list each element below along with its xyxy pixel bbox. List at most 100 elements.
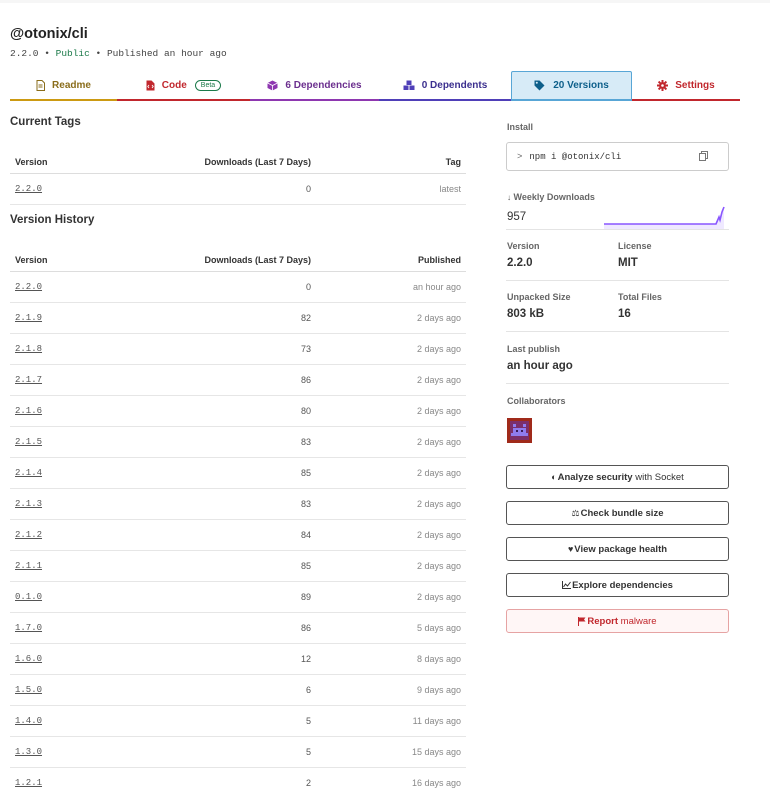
collaborator-avatar[interactable] <box>507 418 532 443</box>
analyze-security-button[interactable]: ◐ Analyze security with Socket <box>506 465 729 489</box>
version-link[interactable]: 2.2.0 <box>15 184 42 194</box>
version-history-table: Version Downloads (Last 7 Days) Publishe… <box>10 249 466 795</box>
table-row: 1.4.0 5 11 days ago <box>10 705 466 737</box>
unpacked-size-label: Unpacked Size <box>507 292 571 302</box>
published-cell: 11 days ago <box>316 705 466 737</box>
tab-dependencies[interactable]: 6 Dependencies <box>250 71 379 101</box>
table-row: 1.7.0 86 5 days ago <box>10 612 466 644</box>
version-link[interactable]: 2.1.8 <box>15 344 42 354</box>
document-icon <box>36 79 46 91</box>
downloads-cell: 0 <box>106 173 316 205</box>
report-label-rest: malware <box>618 615 657 627</box>
install-label: Install <box>507 122 534 132</box>
explore-label: Explore dependencies <box>572 579 673 591</box>
version-link[interactable]: 1.2.1 <box>15 778 42 788</box>
version-link[interactable]: 1.7.0 <box>15 623 42 633</box>
downloads-cell: 89 <box>106 581 316 613</box>
published-cell: 8 days ago <box>316 643 466 675</box>
package-visibility: Public <box>55 48 90 59</box>
total-files-label: Total Files <box>618 292 662 302</box>
downloads-cell: 83 <box>106 426 316 458</box>
version-link[interactable]: 1.6.0 <box>15 654 42 664</box>
table-row: 2.1.9 82 2 days ago <box>10 302 466 334</box>
table-row: 2.1.7 86 2 days ago <box>10 364 466 396</box>
package-published: Published an hour ago <box>106 48 227 59</box>
weekly-downloads-text: Weekly Downloads <box>513 192 595 202</box>
downloads-cell: 2 <box>106 767 316 795</box>
downloads-cell: 5 <box>106 736 316 768</box>
package-meta: 2.2.0 • Public • Published an hour ago <box>10 48 227 59</box>
sparkline-area <box>604 207 724 229</box>
shield-icon: ◐ <box>551 472 557 482</box>
tab-dependents-label: 0 Dependents <box>421 79 488 91</box>
sparkline-line <box>604 206 725 225</box>
column-header: Downloads (Last 7 Days) <box>106 249 316 272</box>
install-command-box[interactable]: > npm i @otonix/cli <box>506 142 729 171</box>
divider <box>506 229 729 230</box>
published-cell: 9 days ago <box>316 674 466 706</box>
table-row: 0.1.0 89 2 days ago <box>10 581 466 613</box>
published-cell: 2 days ago <box>316 426 466 458</box>
version-link[interactable]: 2.1.4 <box>15 468 42 478</box>
published-cell: 2 days ago <box>316 581 466 613</box>
version-link[interactable]: 2.1.9 <box>15 313 42 323</box>
gear-icon <box>657 79 669 91</box>
published-cell: 2 days ago <box>316 519 466 551</box>
column-header: Version <box>10 151 106 174</box>
version-link[interactable]: 2.2.0 <box>15 282 42 292</box>
version-history-title: Version History <box>10 214 95 226</box>
published-cell: 2 days ago <box>316 302 466 334</box>
download-arrow-icon: ↓ <box>507 193 511 202</box>
table-row: 2.1.4 85 2 days ago <box>10 457 466 489</box>
table-row: 2.1.1 85 2 days ago <box>10 550 466 582</box>
license-label: License <box>618 241 652 251</box>
top-strip <box>0 0 770 3</box>
tab-settings[interactable]: Settings <box>632 71 740 101</box>
downloads-cell: 85 <box>106 457 316 489</box>
version-link[interactable]: 2.1.3 <box>15 499 42 509</box>
tab-code[interactable]: Code Beta <box>117 71 250 101</box>
version-link[interactable]: 2.1.5 <box>15 437 42 447</box>
version-link[interactable]: 1.4.0 <box>15 716 42 726</box>
version-link[interactable]: 2.1.2 <box>15 530 42 540</box>
version-link[interactable]: 0.1.0 <box>15 592 42 602</box>
table-row: 1.6.0 12 8 days ago <box>10 643 466 675</box>
weekly-downloads-sparkline <box>604 206 725 229</box>
version-link[interactable]: 2.1.7 <box>15 375 42 385</box>
report-malware-button[interactable]: Report malware <box>506 609 729 633</box>
copy-icon[interactable] <box>699 151 708 161</box>
tab-code-label: Code <box>161 79 187 91</box>
column-header: Tag <box>316 151 466 174</box>
table-row: 2.1.5 83 2 days ago <box>10 426 466 458</box>
weekly-downloads-label: ↓ Weekly Downloads <box>507 192 595 202</box>
table-row: 1.5.0 6 9 days ago <box>10 674 466 706</box>
downloads-cell: 5 <box>106 705 316 737</box>
cubes-icon <box>403 80 415 90</box>
weekly-downloads-value: 957 <box>507 211 527 223</box>
bundle-label: Check bundle size <box>580 507 664 519</box>
downloads-cell: 73 <box>106 333 316 365</box>
downloads-cell: 0 <box>106 271 316 303</box>
tab-versions[interactable]: 20 Versions <box>511 71 632 101</box>
table-row: 2.2.0 0 latest <box>10 173 466 205</box>
install-command: npm i @otonix/cli <box>529 151 622 162</box>
version-link[interactable]: 2.1.6 <box>15 406 42 416</box>
box-icon <box>267 80 279 90</box>
downloads-cell: 83 <box>106 488 316 520</box>
table-row: 2.1.2 84 2 days ago <box>10 519 466 551</box>
health-icon: ♥ <box>567 544 574 554</box>
package-tabs: Readme Code Beta 6 Dependencies 0 Depend… <box>10 71 740 101</box>
version-link[interactable]: 1.3.0 <box>15 747 42 757</box>
explore-dependencies-button[interactable]: Explore dependencies <box>506 573 729 597</box>
tab-dependents[interactable]: 0 Dependents <box>379 71 511 101</box>
table-row: 1.3.0 5 15 days ago <box>10 736 466 768</box>
view-package-health-button[interactable]: ♥ View package health <box>506 537 729 561</box>
version-link[interactable]: 1.5.0 <box>15 685 42 695</box>
table-row: 2.1.3 83 2 days ago <box>10 488 466 520</box>
check-bundle-size-button[interactable]: ⚖ Check bundle size <box>506 501 729 525</box>
published-cell: 2 days ago <box>316 550 466 582</box>
meta-separator: • <box>44 48 50 59</box>
version-link[interactable]: 2.1.1 <box>15 561 42 571</box>
downloads-cell: 84 <box>106 519 316 551</box>
tab-readme[interactable]: Readme <box>10 71 117 101</box>
